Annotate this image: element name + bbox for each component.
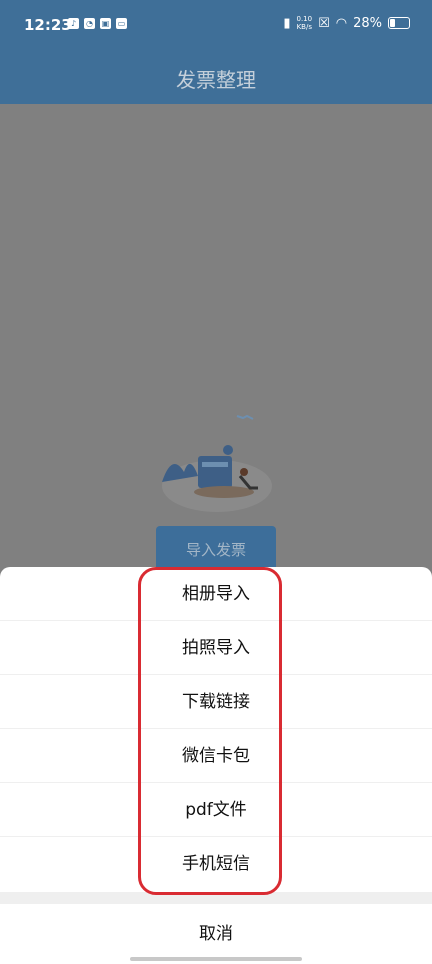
vibrate-icon: ▮ xyxy=(283,15,291,31)
page-title: 发票整理 xyxy=(176,68,256,92)
sheet-item-album-import[interactable]: 相册导入 xyxy=(0,567,432,621)
net-speed: 0.10 KB/s xyxy=(297,15,313,31)
wifi-icon: ◠ xyxy=(335,15,348,31)
battery-level: 28% xyxy=(353,15,382,31)
net-speed-value: 0.10 xyxy=(296,15,313,23)
net-speed-unit: KB/s xyxy=(296,23,312,31)
sheet-item-pdf-file[interactable]: pdf文件 xyxy=(0,783,432,837)
app-bar: 发票整理 xyxy=(0,50,432,104)
sheet-separator xyxy=(0,892,432,904)
app-icon: ▣ xyxy=(100,18,111,29)
tiktok-icon: ♪ xyxy=(68,18,79,29)
battery-icon xyxy=(388,17,410,29)
status-right: ▮ 0.10 KB/s ☒ ◠ 28% xyxy=(283,15,410,31)
notification-icons: ♪ ◔ ▣ ▭ xyxy=(68,18,127,29)
no-sim-icon: ☒ xyxy=(318,15,330,31)
status-time: 12:23 xyxy=(24,16,72,34)
sheet-item-download-link[interactable]: 下载链接 xyxy=(0,675,432,729)
home-indicator[interactable] xyxy=(130,957,302,961)
sheet-item-camera-import[interactable]: 拍照导入 xyxy=(0,621,432,675)
sheet-item-sms[interactable]: 手机短信 xyxy=(0,837,432,891)
app-icon: ◔ xyxy=(84,18,95,29)
status-bar: 12:23 ♪ ◔ ▣ ▭ ▮ 0.10 KB/s ☒ ◠ 28% xyxy=(0,0,432,50)
empty-state-illustration xyxy=(162,414,272,512)
sheet-item-wechat-card[interactable]: 微信卡包 xyxy=(0,729,432,783)
action-sheet: 相册导入 拍照导入 下载链接 微信卡包 pdf文件 手机短信 取消 xyxy=(0,567,432,964)
cancel-button[interactable]: 取消 xyxy=(0,904,432,964)
app-icon: ▭ xyxy=(116,18,127,29)
